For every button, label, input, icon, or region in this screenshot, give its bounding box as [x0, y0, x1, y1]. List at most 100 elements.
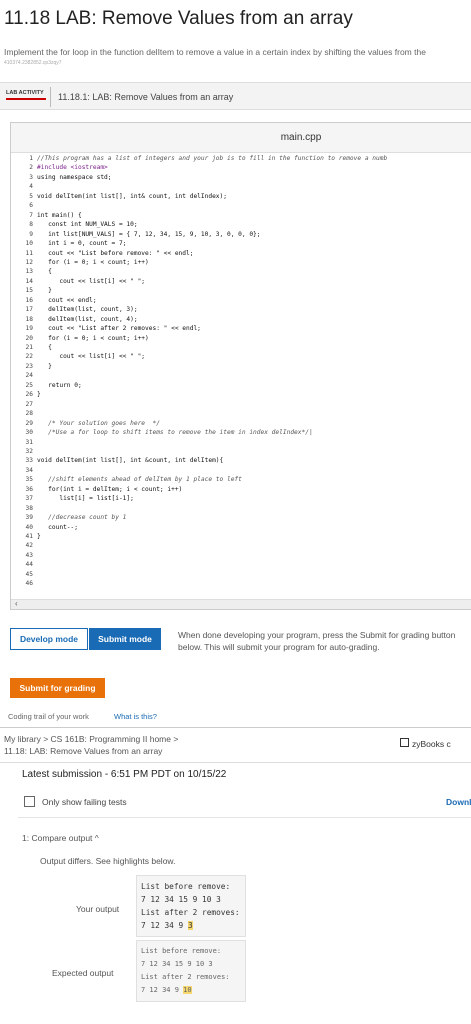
- line-number: 15: [25, 287, 33, 295]
- output-text: 7 12 34 9: [141, 921, 188, 930]
- code-line[interactable]: delItem(list, count, 3);: [37, 306, 137, 313]
- compare-output-toggle[interactable]: 1: Compare output ^: [22, 833, 99, 843]
- code-editor[interactable]: main.cpp 1 //This program has a list of i…: [10, 122, 471, 610]
- line-number: 13: [25, 268, 33, 276]
- line-number: 32: [25, 447, 33, 455]
- code-line[interactable]: void delItem(int list[], int& count, int…: [37, 193, 227, 200]
- coding-trail-label: Coding trail of your work: [8, 712, 89, 721]
- line-number: 22: [25, 353, 33, 361]
- only-failing-label[interactable]: Only show failing tests: [42, 797, 127, 807]
- code-line[interactable]: cout << list[i] << " ";: [37, 353, 145, 360]
- line-number: 42: [25, 542, 33, 550]
- line-number: 23: [25, 362, 33, 370]
- code-line[interactable]: }: [37, 391, 41, 398]
- line-number: 45: [25, 570, 33, 578]
- code-line[interactable]: #include <iostream>: [37, 164, 108, 171]
- line-number: 36: [25, 485, 33, 493]
- line-number: 6: [29, 202, 33, 210]
- code-line[interactable]: return 0;: [37, 382, 82, 389]
- line-number: 4: [29, 183, 33, 191]
- line-number: 10: [25, 240, 33, 248]
- output-line: List after 2 removes:: [141, 908, 240, 917]
- line-number: 40: [25, 523, 33, 531]
- line-number: 46: [25, 580, 33, 588]
- code-line[interactable]: //decrease count by 1: [37, 514, 126, 521]
- output-text: 7 12 34 9: [141, 986, 184, 994]
- line-number: 8: [29, 221, 33, 229]
- line-number: 24: [25, 372, 33, 380]
- code-line[interactable]: //This program has a list of integers an…: [37, 155, 387, 162]
- code-line[interactable]: cout << list[i] << " ";: [37, 278, 145, 285]
- expected-output-box: List before remove: 7 12 34 15 9 10 3 Li…: [136, 940, 246, 1002]
- section-divider: [0, 727, 471, 728]
- what-is-this-link[interactable]: What is this?: [114, 712, 157, 721]
- diff-highlight: 3: [187, 921, 193, 930]
- lab-activity-title: 11.18.1: LAB: Remove Values from an arra…: [58, 92, 234, 102]
- line-number: 33: [25, 457, 33, 465]
- divider: [50, 87, 51, 107]
- code-line[interactable]: /* Your solution goes here */: [37, 420, 160, 427]
- line-number: 41: [25, 533, 33, 540]
- code-line[interactable]: count--;: [37, 524, 78, 531]
- submit-mode-button[interactable]: Submit mode: [89, 628, 161, 650]
- code-line[interactable]: for (i = 0; i < count; i++): [37, 335, 149, 342]
- code-line[interactable]: {: [37, 344, 52, 351]
- output-line: 7 12 34 15 9 10 3: [141, 960, 213, 968]
- code-line[interactable]: for(int i = delItem; i < count; i++): [37, 486, 182, 493]
- your-output-box: List before remove: 7 12 34 15 9 10 3 Li…: [136, 875, 246, 937]
- code-line[interactable]: list[i] = list[i-1];: [37, 495, 134, 502]
- output-line: 7 12 34 9 3: [141, 919, 241, 932]
- develop-mode-button[interactable]: Develop mode: [10, 628, 88, 650]
- line-number: 34: [25, 466, 33, 474]
- output-line: 7 12 34 9 10: [141, 984, 241, 997]
- code-line[interactable]: cout << "List after 2 removes: " << endl…: [37, 325, 201, 332]
- line-number: 26: [25, 391, 33, 399]
- zybooks-logo[interactable]: zyBooks c: [412, 739, 451, 749]
- lab-hash: 410374.2382852.qx3zqy7: [4, 60, 62, 66]
- submit-for-grading-button[interactable]: Submit for grading: [10, 678, 105, 698]
- line-number: 21: [25, 344, 33, 351]
- scroll-left-icon[interactable]: ‹: [15, 599, 18, 608]
- code-line[interactable]: for (i = 0; i < count; i++): [37, 259, 149, 266]
- code-line[interactable]: cout << "List before remove: " << endl;: [37, 250, 193, 257]
- code-line[interactable]: using namespace std;: [37, 174, 112, 181]
- code-line[interactable]: }: [37, 287, 52, 294]
- code-line[interactable]: void delItem(int list[], int &count, int…: [37, 457, 223, 464]
- line-number: 38: [25, 504, 33, 512]
- divider: [18, 817, 471, 818]
- line-number: 2: [29, 164, 33, 172]
- line-number: 1: [29, 155, 33, 162]
- book-icon: [400, 738, 409, 747]
- line-number: 9: [29, 230, 33, 238]
- diff-highlight: 10: [183, 986, 192, 994]
- code-line[interactable]: /*Use a for loop to shift items to remov…: [37, 429, 313, 436]
- lab-description: Implement the for loop in the function d…: [4, 47, 426, 57]
- submit-hint: When done developing your program, press…: [178, 630, 456, 652]
- line-number: 3: [29, 173, 33, 181]
- your-output-label: Your output: [76, 904, 120, 914]
- output-line: 7 12 34 15 9 10 3: [141, 895, 221, 904]
- code-line[interactable]: }: [37, 363, 52, 370]
- code-line[interactable]: cout << endl;: [37, 297, 96, 304]
- line-number: 7: [29, 211, 33, 219]
- code-line[interactable]: int main() {: [37, 212, 82, 219]
- code-line[interactable]: }: [37, 533, 41, 540]
- only-failing-checkbox[interactable]: [24, 796, 35, 807]
- code-line[interactable]: {: [37, 268, 52, 275]
- lab-activity-tag: LAB ACTIVITY: [6, 89, 46, 100]
- output-line: List before remove:: [141, 947, 222, 955]
- code-line[interactable]: //shift elements ahead of delItem by 1 p…: [37, 476, 242, 483]
- download-link[interactable]: Downl: [446, 797, 471, 807]
- code-line[interactable]: const int NUM_VALS = 10;: [37, 221, 137, 228]
- breadcrumb-current: 11.18: LAB: Remove Values from an array: [4, 746, 163, 756]
- horizontal-scrollbar[interactable]: ‹: [11, 599, 471, 609]
- file-name[interactable]: main.cpp: [11, 132, 471, 143]
- line-number: 25: [25, 381, 33, 389]
- code-line[interactable]: int list[NUM_VALS] = { 7, 12, 34, 15, 9,…: [37, 231, 260, 238]
- code-line[interactable]: int i = 0, count = 7;: [37, 240, 126, 247]
- line-number: 18: [25, 315, 33, 323]
- line-number: 37: [25, 495, 33, 503]
- line-number: 19: [25, 325, 33, 333]
- code-line[interactable]: delItem(list, count, 4);: [37, 316, 137, 323]
- breadcrumb[interactable]: My library > CS 161B: Programming II hom…: [4, 734, 178, 744]
